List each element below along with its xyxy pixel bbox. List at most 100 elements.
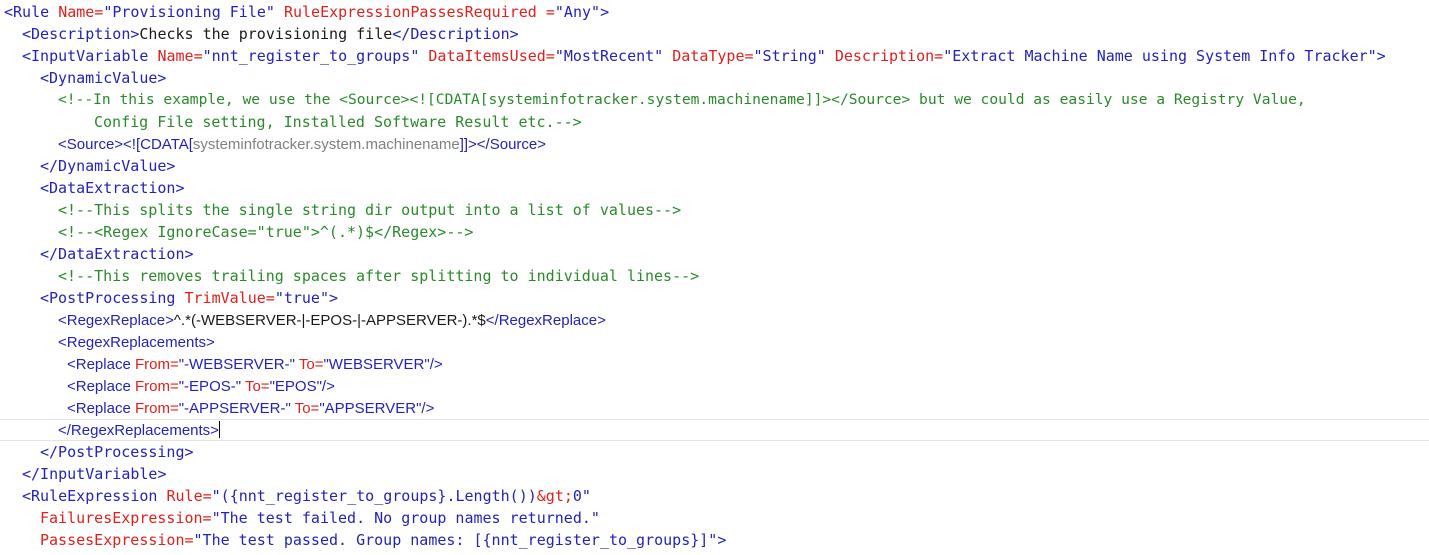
xml-tag-token: </Description> <box>392 25 519 43</box>
xml-string-token: "Any" <box>554 3 601 21</box>
xml-string-token: "nnt_register_to_groups" <box>202 47 420 65</box>
code-line[interactable]: </DynamicValue> <box>0 155 1429 177</box>
xml-attribute-token: RuleExpressionPassesRequired = <box>283 3 555 21</box>
xml-attribute-token: From= <box>134 356 179 373</box>
code-line[interactable]: <RegexReplace>^.*(-WEBSERVER-|-EPOS-|-AP… <box>0 309 1429 331</box>
xml-string-token: "Provisioning File" <box>103 3 275 21</box>
xml-string-token: "-EPOS-" <box>178 378 242 395</box>
xml-tag-token: </RegexReplacements> <box>58 422 219 439</box>
xml-attribute-token: TrimValue= <box>184 289 275 307</box>
xml-tag-token: <Rule <box>4 3 50 21</box>
xml-text-token <box>49 3 58 21</box>
xml-tag-token: > <box>717 531 727 549</box>
xml-tag-token: </DynamicValue> <box>40 157 176 175</box>
code-line[interactable]: <Source><![CDATA[systeminfotracker.syste… <box>0 133 1429 155</box>
xml-tag-token: <Replace <box>67 356 131 373</box>
xml-tag-token: ]]> <box>459 136 477 153</box>
xml-tag-token: <Replace <box>67 400 131 417</box>
xml-string-token: "({nnt_register_to_groups}.Length()) <box>211 487 537 505</box>
xml-attribute-token: From= <box>134 400 179 417</box>
xml-attribute-token: Name= <box>157 47 203 65</box>
xml-string-token: "The test failed. No group names returne… <box>211 509 600 527</box>
xml-tag-token: /> <box>421 400 435 417</box>
xml-tag-token: <RuleExpression <box>22 487 158 505</box>
xml-string-token: "APPSERVER" <box>319 400 422 417</box>
xml-tag-token: > <box>329 289 339 307</box>
xml-comment-token: <!--This removes trailing spaces after s… <box>58 267 700 285</box>
xml-code-editor[interactable]: <Rule Name="Provisioning File" RuleExpre… <box>0 0 1429 555</box>
xml-text-token <box>157 487 166 505</box>
code-line[interactable]: <DynamicValue> <box>0 67 1429 89</box>
xml-tag-token: </InputVariable> <box>22 465 167 483</box>
xml-attribute-token: To= <box>294 400 320 417</box>
code-line[interactable]: <InputVariable Name="nnt_register_to_gro… <box>0 45 1429 67</box>
xml-tag-token: <![CDATA[ <box>123 136 193 153</box>
xml-attribute-token: FailuresExpression= <box>40 509 212 527</box>
xml-tag-token: <PostProcessing <box>40 289 176 307</box>
xml-string-token: 0" <box>572 487 591 505</box>
xml-text-token <box>175 289 184 307</box>
xml-tag-token: > <box>1376 47 1386 65</box>
xml-tag-token: <Replace <box>67 378 131 395</box>
xml-text-token <box>826 47 835 65</box>
xml-attribute-token: From= <box>134 378 179 395</box>
code-line[interactable]: <RuleExpression Rule="({nnt_register_to_… <box>0 485 1429 507</box>
xml-text-token <box>663 47 672 65</box>
xml-tag-token: </Source> <box>476 136 547 153</box>
code-line-current[interactable]: </RegexReplacements> <box>0 419 1429 441</box>
code-line[interactable]: </PostProcessing> <box>0 441 1429 463</box>
xml-comment-token: Config File setting, Installed Software … <box>94 113 582 131</box>
xml-string-token: "EPOS" <box>269 378 322 395</box>
xml-attribute-token: DataItemsUsed= <box>428 47 555 65</box>
code-line[interactable]: <Replace From="-EPOS-" To="EPOS"/> <box>0 375 1429 397</box>
xml-comment-token: <!--<Regex IgnoreCase="true">^(.*)$</Reg… <box>58 223 474 241</box>
xml-tag-token: > <box>600 3 610 21</box>
xml-tag-token: <InputVariable <box>22 47 149 65</box>
xml-tag-token: /> <box>321 378 335 395</box>
code-line[interactable]: <RegexReplacements> <box>0 331 1429 353</box>
xml-string-token: "WEBSERVER" <box>323 356 430 373</box>
code-line[interactable]: <Rule Name="Provisioning File" RuleExpre… <box>0 1 1429 23</box>
xml-attribute-token: To= <box>244 378 270 395</box>
xml-attribute-token: DataType= <box>672 47 754 65</box>
xml-cdata-token: systeminfotracker.system.machinename <box>192 136 460 153</box>
xml-string-token: "String" <box>753 47 826 65</box>
xml-tag-token: </PostProcessing> <box>40 443 194 461</box>
xml-tag-token: <DynamicValue> <box>40 69 167 87</box>
xml-string-token: "MostRecent" <box>554 47 664 65</box>
code-line[interactable]: <DataExtraction> <box>0 177 1429 199</box>
xml-attribute-token: Rule= <box>166 487 212 505</box>
xml-tag-token: </RegexReplace> <box>485 312 606 329</box>
xml-attribute-token: &gt; <box>536 487 573 505</box>
code-line[interactable]: Config File setting, Installed Software … <box>0 111 1429 133</box>
xml-comment-token: <!--In this example, we use the <Source>… <box>58 91 1306 108</box>
code-line[interactable]: PassesExpression="The test passed. Group… <box>0 529 1429 551</box>
xml-string-token: "-WEBSERVER-" <box>178 356 295 373</box>
xml-tag-token: <RegexReplace> <box>58 312 174 329</box>
code-line[interactable]: <Replace From="-WEBSERVER-" To="WEBSERVE… <box>0 353 1429 375</box>
xml-text-token: Checks the provisioning file <box>139 25 393 43</box>
xml-attribute-token: PassesExpression= <box>40 531 194 549</box>
xml-attribute-token: Name= <box>58 3 104 21</box>
xml-tag-token: <RegexReplacements> <box>58 334 215 351</box>
xml-string-token: "The test passed. Group names: [{nnt_reg… <box>193 531 718 549</box>
code-line[interactable]: FailuresExpression="The test failed. No … <box>0 507 1429 529</box>
xml-text-token: ^.*(-WEBSERVER-|-EPOS-|-APPSERVER-).*$ <box>173 312 486 329</box>
xml-tag-token: /> <box>429 356 443 373</box>
xml-string-token: "Extract Machine Name using System Info … <box>943 47 1377 65</box>
xml-string-token: "true" <box>274 289 329 307</box>
xml-tag-token: <Source> <box>58 136 124 153</box>
code-line[interactable]: <!--This splits the single string dir ou… <box>0 199 1429 221</box>
code-line[interactable]: <!--In this example, we use the <Source>… <box>0 89 1429 111</box>
code-line[interactable]: </InputVariable> <box>0 463 1429 485</box>
xml-attribute-token: To= <box>298 356 324 373</box>
xml-attribute-token: Description= <box>834 47 944 65</box>
code-line[interactable]: <PostProcessing TrimValue="true"> <box>0 287 1429 309</box>
text-cursor <box>218 421 220 438</box>
code-line[interactable]: <!--<Regex IgnoreCase="true">^(.*)$</Reg… <box>0 221 1429 243</box>
code-line[interactable]: <Replace From="-APPSERVER-" To="APPSERVE… <box>0 397 1429 419</box>
code-line[interactable]: <!--This removes trailing spaces after s… <box>0 265 1429 287</box>
xml-tag-token: </DataExtraction> <box>40 245 194 263</box>
code-line[interactable]: </DataExtraction> <box>0 243 1429 265</box>
code-line[interactable]: <Description>Checks the provisioning fil… <box>0 23 1429 45</box>
